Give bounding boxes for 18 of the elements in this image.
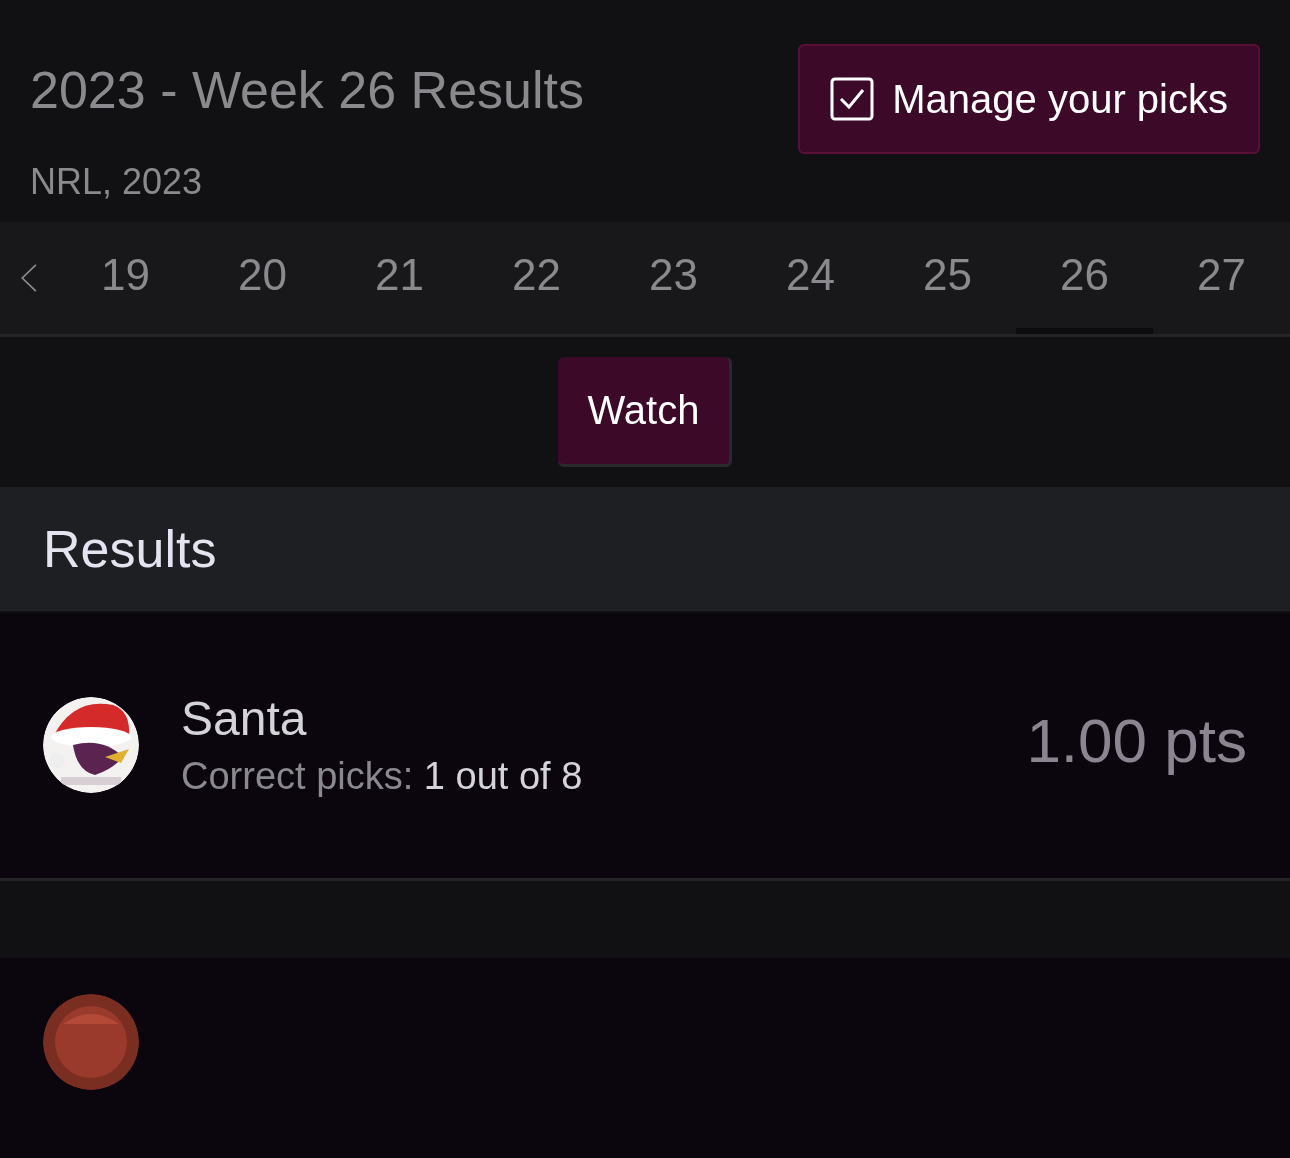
watch-button[interactable]: Watch <box>557 356 733 467</box>
page-title: 2023 - Week 26 Results <box>30 64 584 116</box>
player-name: Santa <box>181 695 308 744</box>
page-subtitle: NRL, 2023 <box>30 164 204 200</box>
points: 1.00 pts <box>1026 705 1247 777</box>
week-tab[interactable]: 22 <box>468 222 605 335</box>
checkbox-icon <box>830 77 875 121</box>
week-tab[interactable]: 24 <box>742 222 879 335</box>
week-tab[interactable]: 26 <box>1016 222 1153 335</box>
week-tab[interactable]: 27 <box>1153 222 1290 335</box>
week-tab[interactable]: 19 <box>57 222 194 335</box>
correct-picks: Correct picks: 1 out of 8 <box>181 757 583 796</box>
manage-picks-button[interactable]: Manage your picks <box>798 44 1260 154</box>
week-tab[interactable]: 25 <box>879 222 1016 335</box>
week-tab[interactable]: 21 <box>331 222 468 335</box>
results-heading: Results <box>43 518 217 580</box>
week-tab[interactable]: 20 <box>194 222 331 335</box>
week-tab[interactable]: 23 <box>605 222 742 335</box>
